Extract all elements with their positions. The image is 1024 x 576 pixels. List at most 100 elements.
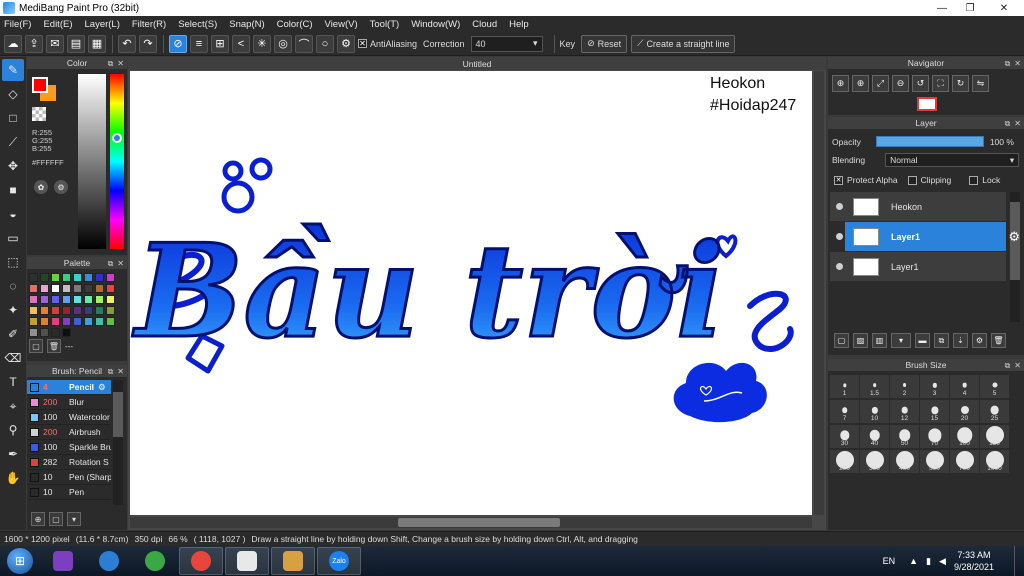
brush-item-watercolor[interactable]: 100 Watercolor [27,410,111,425]
divide-tool-icon[interactable]: ⌖ [2,395,24,417]
pen-tool-icon[interactable]: ✒ [2,443,24,465]
palette-swatch[interactable] [51,328,60,337]
undock-icon[interactable]: ⧉ [108,259,114,269]
palette-swatch[interactable] [73,306,82,315]
blending-select[interactable]: Normal ▾ [885,153,1020,167]
hue-slider[interactable] [110,74,124,249]
menu-help[interactable]: Help [509,19,529,30]
fit-icon[interactable]: ⤢ [872,75,889,92]
palette-swatch[interactable] [51,317,60,326]
palette-swatch[interactable] [62,317,71,326]
taskbar-app-visual-studio[interactable] [41,547,85,575]
saturation-value-slider[interactable] [78,74,106,249]
menu-file[interactable]: File(F) [4,19,31,30]
delete-layer-icon[interactable]: 🗑 [991,333,1006,348]
canvas-horizontal-scrollbar[interactable] [130,517,812,528]
brush-size-option[interactable]: 4 [950,375,979,398]
brush-size-option[interactable]: 12 [890,400,919,423]
menu-filter[interactable]: Filter(R) [132,19,166,30]
palette-swatch[interactable] [84,273,93,282]
show-desktop-button[interactable] [1014,546,1024,576]
layer-item[interactable]: Layer1 ⚙ [830,222,1020,251]
palette-swatch[interactable] [40,273,49,282]
transparent-color[interactable] [32,107,46,121]
add-layer-menu-icon[interactable]: ▾ [891,333,911,348]
menu-window[interactable]: Window(W) [411,19,460,30]
palette-swatch[interactable] [29,295,38,304]
close-icon[interactable]: ✕ [1014,59,1021,68]
palette-swatch[interactable] [51,306,60,315]
palette-swatch[interactable] [106,295,115,304]
menu-cloud[interactable]: Cloud [472,19,497,30]
reset-button[interactable]: ⊘ Reset [581,34,628,53]
lock-checkbox[interactable] [969,175,979,185]
palette-swatch[interactable] [95,295,104,304]
select-pen-tool-icon[interactable]: ✐ [2,323,24,345]
palette-swatch[interactable] [62,328,71,337]
visibility-icon[interactable] [836,233,843,240]
new-layer-icon[interactable]: ▢ [834,333,849,348]
menu-color[interactable]: Color(C) [277,19,313,30]
palette-swatch[interactable] [51,295,60,304]
share-icon[interactable]: ⇪ [25,34,43,53]
brush-item-pen[interactable]: 10 Pen [27,485,111,500]
bucket-tool-icon[interactable]: ◒ [2,203,24,225]
document-tab[interactable]: Untitled [128,57,826,70]
brush-size-option[interactable]: 20 [950,400,979,423]
palette-swatch[interactable] [95,273,104,282]
correction-select[interactable]: 40 ▾ [470,35,543,52]
layer-settings-icon[interactable]: ⚙ [972,333,987,348]
add-palette-icon[interactable]: ▢ [29,339,43,353]
brush-size-option[interactable]: 15 [920,400,949,423]
zoom-in-icon[interactable]: ⊕ [832,75,849,92]
language-indicator[interactable]: EN [883,556,896,566]
brush-size-option[interactable]: 30 [830,425,859,448]
layer-item[interactable]: Heokon [830,192,1006,221]
minimize-button[interactable]: — [928,0,956,16]
delete-palette-icon[interactable]: 🗑 [47,339,61,353]
navigator-thumbnail[interactable] [917,97,937,111]
brush-item-airbrush[interactable]: 200 Airbrush [27,425,111,440]
clipping-checkbox[interactable] [907,175,917,185]
snap-ellipse-icon[interactable]: ○ [316,34,334,53]
scroll-thumb[interactable] [398,518,560,527]
palette-swatch[interactable] [84,284,93,293]
snap-radial-icon[interactable]: ✳ [253,34,271,53]
new-1bit-layer-icon[interactable]: ▥ [872,333,887,348]
snap-off-icon[interactable]: ⊘ [169,34,187,53]
palette-swatch[interactable] [29,317,38,326]
brush-item-blur[interactable]: 200 Blur [27,395,111,410]
palette-swatch[interactable] [95,317,104,326]
rotate-right-icon[interactable]: ↻ [952,75,969,92]
palette-swatch[interactable] [40,284,49,293]
color-settings-icon[interactable]: ⚙ [54,180,68,194]
palette-swatch[interactable] [62,295,71,304]
snap-circle-icon[interactable]: ◎ [274,34,292,53]
palette-swatch[interactable] [29,328,38,337]
taskbar-app-paint[interactable] [271,547,315,575]
add-brush-icon[interactable]: ⊕ [31,512,45,526]
canvas-vertical-scrollbar[interactable] [814,71,824,515]
tray-arrow-icon[interactable]: ▲ [909,556,918,566]
zoom-out-icon[interactable]: ⊖ [892,75,909,92]
layer-list-scrollbar[interactable] [1010,192,1020,322]
palette-swatch[interactable] [29,284,38,293]
visibility-icon[interactable] [836,263,843,270]
merge-layer-icon[interactable]: ⇣ [953,333,968,348]
menu-edit[interactable]: Edit(E) [43,19,72,30]
palette-swatch[interactable] [84,295,93,304]
undock-icon[interactable]: ⧉ [1005,59,1011,69]
brush-item-rotation-s[interactable]: 282 Rotation S [27,455,111,470]
palette-swatch[interactable] [106,306,115,315]
brush-size-option[interactable]: 25 [980,400,1009,423]
close-icon[interactable]: ✕ [1014,119,1021,128]
select-eraser-tool-icon[interactable]: ⌫ [2,347,24,369]
hue-slider-knob[interactable] [112,133,122,143]
brush-tool-icon[interactable]: ✎ [2,59,24,81]
brush-size-option[interactable]: 1000 [980,450,1009,473]
brush-size-option[interactable]: 700 [950,450,979,473]
save-icon[interactable]: ▤ [67,34,85,53]
text-tool-icon[interactable]: T [2,371,24,393]
snap-perspective-icon[interactable]: < [232,34,250,53]
new-halftone-layer-icon[interactable]: ▨ [853,333,868,348]
